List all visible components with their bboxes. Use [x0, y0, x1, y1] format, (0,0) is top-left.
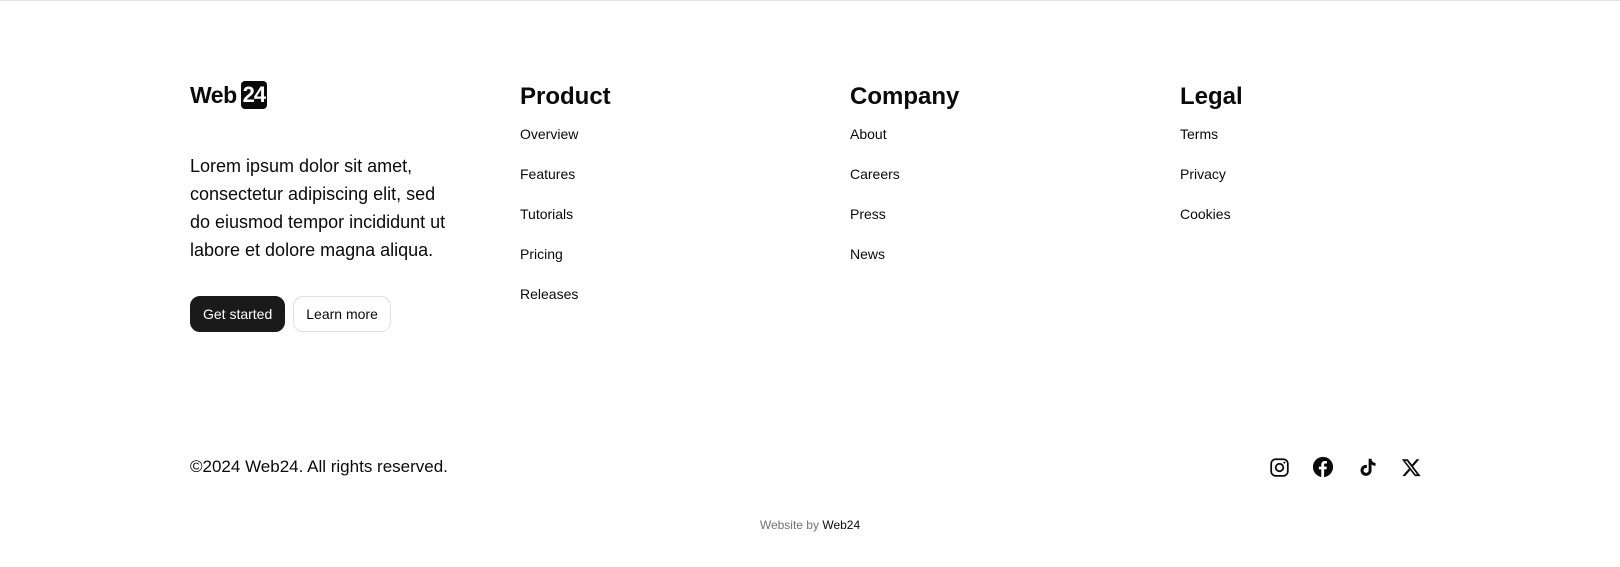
link-terms[interactable]: Terms: [1180, 126, 1218, 142]
logo-badge: 24: [240, 81, 268, 109]
company-heading: Company: [850, 83, 960, 110]
site-footer: Web 24 Lorem ipsum dolor sit amet, conse…: [0, 0, 1620, 567]
link-about[interactable]: About: [850, 126, 887, 142]
copyright-text: ©2024 Web24. All rights reserved.: [190, 457, 448, 476]
company-column: Company About Careers Press News: [850, 80, 1130, 282]
legal-column: Legal Terms Privacy Cookies: [1180, 80, 1420, 242]
product-column: Product Overview Features Tutorials Pric…: [520, 80, 800, 322]
credit-brand-link[interactable]: Web24: [822, 518, 860, 532]
link-cookies[interactable]: Cookies: [1180, 206, 1231, 222]
social-links: [1268, 456, 1422, 478]
cta-buttons: Get started Learn more: [190, 296, 470, 332]
link-news[interactable]: News: [850, 246, 885, 262]
learn-more-button[interactable]: Learn more: [293, 296, 391, 332]
instagram-icon[interactable]: [1268, 456, 1290, 478]
link-pricing[interactable]: Pricing: [520, 246, 563, 262]
legal-heading: Legal: [1180, 83, 1243, 110]
link-privacy[interactable]: Privacy: [1180, 166, 1226, 182]
x-icon[interactable]: [1400, 456, 1422, 478]
company-links: About Careers Press News: [850, 122, 1130, 282]
facebook-icon[interactable]: [1312, 456, 1334, 478]
bottom-bar: ©2024 Web24. All rights reserved.: [190, 452, 1422, 482]
link-tutorials[interactable]: Tutorials: [520, 206, 573, 222]
site-credit: Website by Web24: [0, 518, 1620, 532]
link-careers[interactable]: Careers: [850, 166, 900, 182]
product-links: Overview Features Tutorials Pricing Rele…: [520, 122, 800, 322]
link-releases[interactable]: Releases: [520, 286, 578, 302]
legal-links: Terms Privacy Cookies: [1180, 122, 1420, 242]
logo[interactable]: Web 24: [190, 80, 470, 110]
product-heading: Product: [520, 83, 611, 110]
get-started-button[interactable]: Get started: [190, 296, 286, 332]
link-overview[interactable]: Overview: [520, 126, 578, 142]
link-press[interactable]: Press: [850, 206, 886, 222]
tiktok-icon[interactable]: [1356, 456, 1378, 478]
credit-prefix: Website by: [759, 518, 819, 532]
top-divider: [0, 0, 1620, 1]
tagline: Lorem ipsum dolor sit amet, consectetur …: [190, 156, 446, 260]
brand-column: Web 24 Lorem ipsum dolor sit amet, conse…: [190, 80, 470, 332]
logo-text: Web: [190, 81, 237, 108]
link-features[interactable]: Features: [520, 166, 575, 182]
